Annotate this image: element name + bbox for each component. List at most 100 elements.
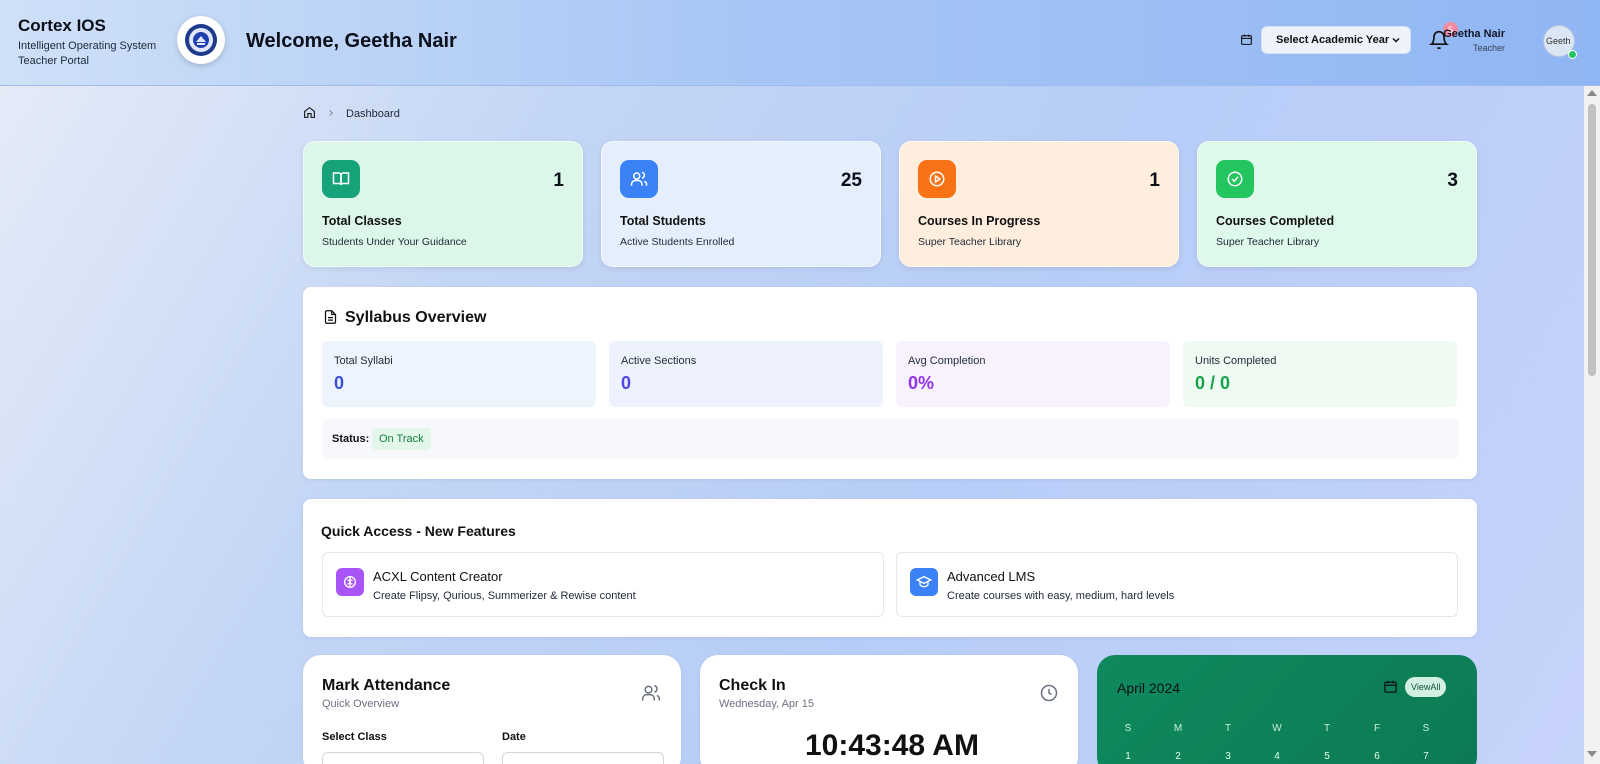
quick-access-panel: Quick Access - New Features ACXL Content… bbox=[303, 499, 1477, 637]
select-class-label: Select Class bbox=[322, 731, 387, 743]
check-circle-icon bbox=[1216, 160, 1254, 198]
status-bar: Status: On Track bbox=[322, 419, 1459, 459]
stat-value: 25 bbox=[840, 170, 862, 191]
calendar-weekday: T bbox=[1323, 723, 1331, 734]
mark-attendance-card: Mark Attendance Quick Overview Select Cl… bbox=[303, 655, 681, 764]
academic-year-select[interactable]: Select Academic Year bbox=[1261, 26, 1411, 54]
stat-title: Courses In Progress bbox=[918, 214, 1041, 228]
stat-value: 3 bbox=[1447, 170, 1458, 191]
date-input[interactable] bbox=[502, 752, 664, 764]
syllabus-title: Syllabus Overview bbox=[345, 309, 487, 326]
calendar-day[interactable]: 1 bbox=[1118, 751, 1138, 762]
user-info[interactable]: Geetha Nair Teacher bbox=[1443, 28, 1505, 53]
metric-total-syllabi: Total Syllabi 0 bbox=[322, 341, 596, 407]
calendar-day[interactable]: 2 bbox=[1168, 751, 1188, 762]
metric-value: 0% bbox=[908, 373, 935, 393]
date-label: Date bbox=[502, 731, 526, 743]
user-name: Geetha Nair bbox=[1443, 28, 1505, 40]
user-role: Teacher bbox=[1472, 43, 1505, 53]
attendance-title: Mark Attendance bbox=[322, 677, 451, 694]
stat-card-total-classes[interactable]: 1 Total Classes Students Under Your Guid… bbox=[303, 141, 583, 267]
check-in-clock: 10:43:48 AM bbox=[805, 729, 979, 762]
metric-label: Total Syllabi bbox=[334, 355, 393, 367]
check-in-title: Check In bbox=[719, 677, 786, 694]
breadcrumb-current: Dashboard bbox=[346, 108, 400, 120]
metric-active-sections: Active Sections 0 bbox=[609, 341, 883, 407]
calendar-day[interactable]: 5 bbox=[1317, 751, 1337, 762]
quick-access-title: Quick Access - New Features bbox=[321, 523, 516, 539]
graduation-cap-icon bbox=[910, 568, 938, 596]
online-status-dot bbox=[1568, 50, 1577, 59]
scrollbar-thumb[interactable] bbox=[1588, 104, 1596, 376]
calendar-weekday: S bbox=[1422, 723, 1430, 734]
stat-value: 1 bbox=[1149, 170, 1160, 191]
stat-card-courses-in-progress[interactable]: 1 Courses In Progress Super Teacher Libr… bbox=[899, 141, 1179, 267]
brand-line1: Intelligent Operating System bbox=[18, 40, 157, 52]
status-badge: On Track bbox=[372, 428, 431, 450]
users-icon bbox=[620, 160, 658, 198]
scroll-down-arrow[interactable] bbox=[1587, 751, 1597, 757]
calendar-weekday: F bbox=[1373, 723, 1381, 734]
breadcrumb: Dashboard bbox=[303, 106, 400, 122]
metric-value: 0 / 0 bbox=[1195, 373, 1231, 393]
calendar-weekday: W bbox=[1272, 723, 1282, 734]
quick-access-name: ACXL Content Creator bbox=[373, 569, 503, 584]
school-logo[interactable] bbox=[177, 16, 225, 64]
document-icon bbox=[323, 309, 338, 330]
stat-subtitle: Active Students Enrolled bbox=[620, 236, 735, 248]
users-icon bbox=[641, 683, 661, 708]
brand-title: Cortex IOS bbox=[18, 16, 106, 35]
quick-access-desc: Create Flipsy, Qurious, Summerizer & Rew… bbox=[373, 590, 636, 602]
calendar-icon[interactable] bbox=[1383, 679, 1398, 699]
calendar-day[interactable]: 3 bbox=[1218, 751, 1238, 762]
home-icon[interactable] bbox=[303, 106, 316, 122]
check-in-card: Check In Wednesday, Apr 15 10:43:48 AM bbox=[700, 655, 1078, 764]
brand-line2: Teacher Portal bbox=[18, 55, 89, 67]
stat-title: Courses Completed bbox=[1216, 214, 1335, 228]
stat-card-total-students[interactable]: 25 Total Students Active Students Enroll… bbox=[601, 141, 881, 267]
metric-value: 0 bbox=[621, 373, 632, 393]
check-in-date: Wednesday, Apr 15 bbox=[719, 698, 814, 710]
welcome-heading: Welcome, Geetha Nair bbox=[246, 30, 457, 52]
metric-units-completed: Units Completed 0 / 0 bbox=[1183, 341, 1457, 407]
calendar-day[interactable]: 4 bbox=[1267, 751, 1287, 762]
syllabus-overview-panel: Syllabus Overview Total Syllabi 0 Active… bbox=[303, 287, 1477, 479]
calendar-card: April 2024 ViewAll S M T W T F S 1 2 3 4 5 6 7 bbox=[1097, 655, 1477, 764]
metric-value: 0 bbox=[334, 373, 345, 393]
scroll-up-arrow[interactable] bbox=[1587, 90, 1597, 96]
metric-label: Units Completed bbox=[1195, 355, 1277, 367]
chevron-right-icon bbox=[326, 108, 336, 121]
brain-icon bbox=[336, 568, 364, 596]
stat-subtitle: Super Teacher Library bbox=[1216, 236, 1320, 248]
academic-year-label: Select Academic Year bbox=[1276, 34, 1390, 46]
calendar-month: April 2024 bbox=[1117, 680, 1181, 696]
metric-label: Avg Completion bbox=[908, 355, 986, 367]
calendar-weekday: M bbox=[1173, 723, 1183, 734]
stat-subtitle: Students Under Your Guidance bbox=[322, 236, 467, 248]
metric-avg-completion: Avg Completion 0% bbox=[896, 341, 1170, 407]
status-label: Status: bbox=[332, 433, 370, 445]
stat-subtitle: Super Teacher Library bbox=[918, 236, 1022, 248]
chevron-down-icon bbox=[1390, 34, 1402, 49]
calendar-day[interactable]: 6 bbox=[1367, 751, 1387, 762]
calendar-weekday: S bbox=[1124, 723, 1132, 734]
attendance-subtitle: Quick Overview bbox=[322, 698, 400, 710]
top-header: Cortex IOS Intelligent Operating System … bbox=[0, 0, 1600, 86]
quick-access-acxl-content-creator[interactable]: ACXL Content Creator Create Flipsy, Quri… bbox=[322, 552, 884, 617]
quick-access-desc: Create courses with easy, medium, hard l… bbox=[947, 590, 1175, 602]
book-icon bbox=[322, 160, 360, 198]
stat-title: Total Classes bbox=[322, 214, 402, 228]
clock-icon bbox=[1039, 683, 1059, 708]
metric-label: Active Sections bbox=[621, 355, 697, 367]
stat-card-courses-completed[interactable]: 3 Courses Completed Super Teacher Librar… bbox=[1197, 141, 1477, 267]
quick-access-advanced-lms[interactable]: Advanced LMS Create courses with easy, m… bbox=[896, 552, 1458, 617]
calendar-weekday: T bbox=[1224, 723, 1232, 734]
stat-title: Total Students bbox=[620, 214, 706, 228]
play-circle-icon bbox=[918, 160, 956, 198]
select-class-dropdown[interactable] bbox=[322, 752, 484, 764]
calendar-day[interactable]: 7 bbox=[1416, 751, 1436, 762]
brand: Cortex IOS Intelligent Operating System … bbox=[18, 16, 156, 69]
brand-subtitle: Intelligent Operating System Teacher Por… bbox=[18, 39, 156, 69]
view-all-button[interactable]: ViewAll bbox=[1405, 677, 1447, 697]
stat-value: 1 bbox=[553, 170, 564, 191]
